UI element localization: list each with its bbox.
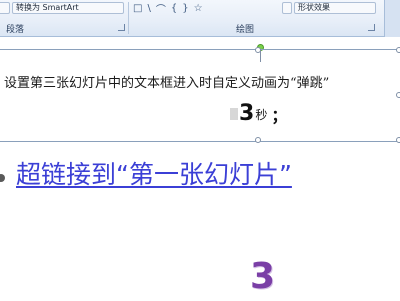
shapes-gallery[interactable]: □ \ ⌒ { } ☆ [133,1,263,16]
resize-handle-top[interactable] [255,47,261,53]
shape-effects-button[interactable]: 形状效果 [294,2,376,14]
resize-handle-bottom-right[interactable] [396,137,400,143]
slide-canvas[interactable]: 设置第三张幻灯片中的文本框进入时自定义动画为“弹跳” 3 秒 ； 超链接到“第一… [0,37,400,301]
convert-to-smartart-button[interactable]: 转换为 SmartArt [12,2,124,14]
right-brace-shape-icon[interactable]: } [182,3,188,14]
seconds-line: 3 秒 ； [230,101,287,127]
seconds-value: 3 [239,101,255,126]
paragraph-group-label: 段落 [6,25,25,35]
highlight-block [230,108,238,120]
semicolon: ； [271,106,288,125]
paragraph-columns-button[interactable] [0,2,10,14]
drawing-dialog-launcher-icon[interactable] [368,24,375,31]
drawing-group-label: 绘图 [236,25,255,35]
arc-shape-icon[interactable]: ⌒ [156,1,166,16]
ribbon-controls-row: 转换为 SmartArt □ \ ⌒ { } ☆ 形状效果 [0,0,400,34]
shape-outline-icon[interactable] [282,2,292,14]
line-shape-icon[interactable]: \ [147,3,150,14]
ribbon-group-labels: 段落 绘图 编 [0,20,400,36]
seconds-unit: 秒 [255,107,268,122]
paragraph-dialog-launcher-icon[interactable] [118,24,125,31]
rectangle-shape-icon[interactable]: □ [133,3,142,14]
bullet-dot-icon [0,174,5,182]
shape-effects-label: 形状效果 [298,3,330,12]
star-shape-icon[interactable]: ☆ [194,3,203,14]
resize-handle-right[interactable] [396,92,400,98]
ribbon: 转换为 SmartArt □ \ ⌒ { } ☆ 形状效果 段落 绘图 编 [0,0,400,37]
selected-text-box[interactable] [0,47,400,143]
instruction-text: 设置第三张幻灯片中的文本框进入时自定义动画为“弹跳” [4,76,330,91]
editing-group-edge [384,0,400,37]
large-number-three: 3 [250,256,276,297]
left-brace-shape-icon[interactable]: { [171,3,177,14]
hyperlink-first-slide[interactable]: 超链接到“第一张幻灯片” [16,155,292,191]
resize-handle-bottom[interactable] [255,137,261,143]
powerpoint-window: 转换为 SmartArt □ \ ⌒ { } ☆ 形状效果 段落 绘图 编 [0,0,400,301]
resize-handle-top-right[interactable] [396,47,400,53]
